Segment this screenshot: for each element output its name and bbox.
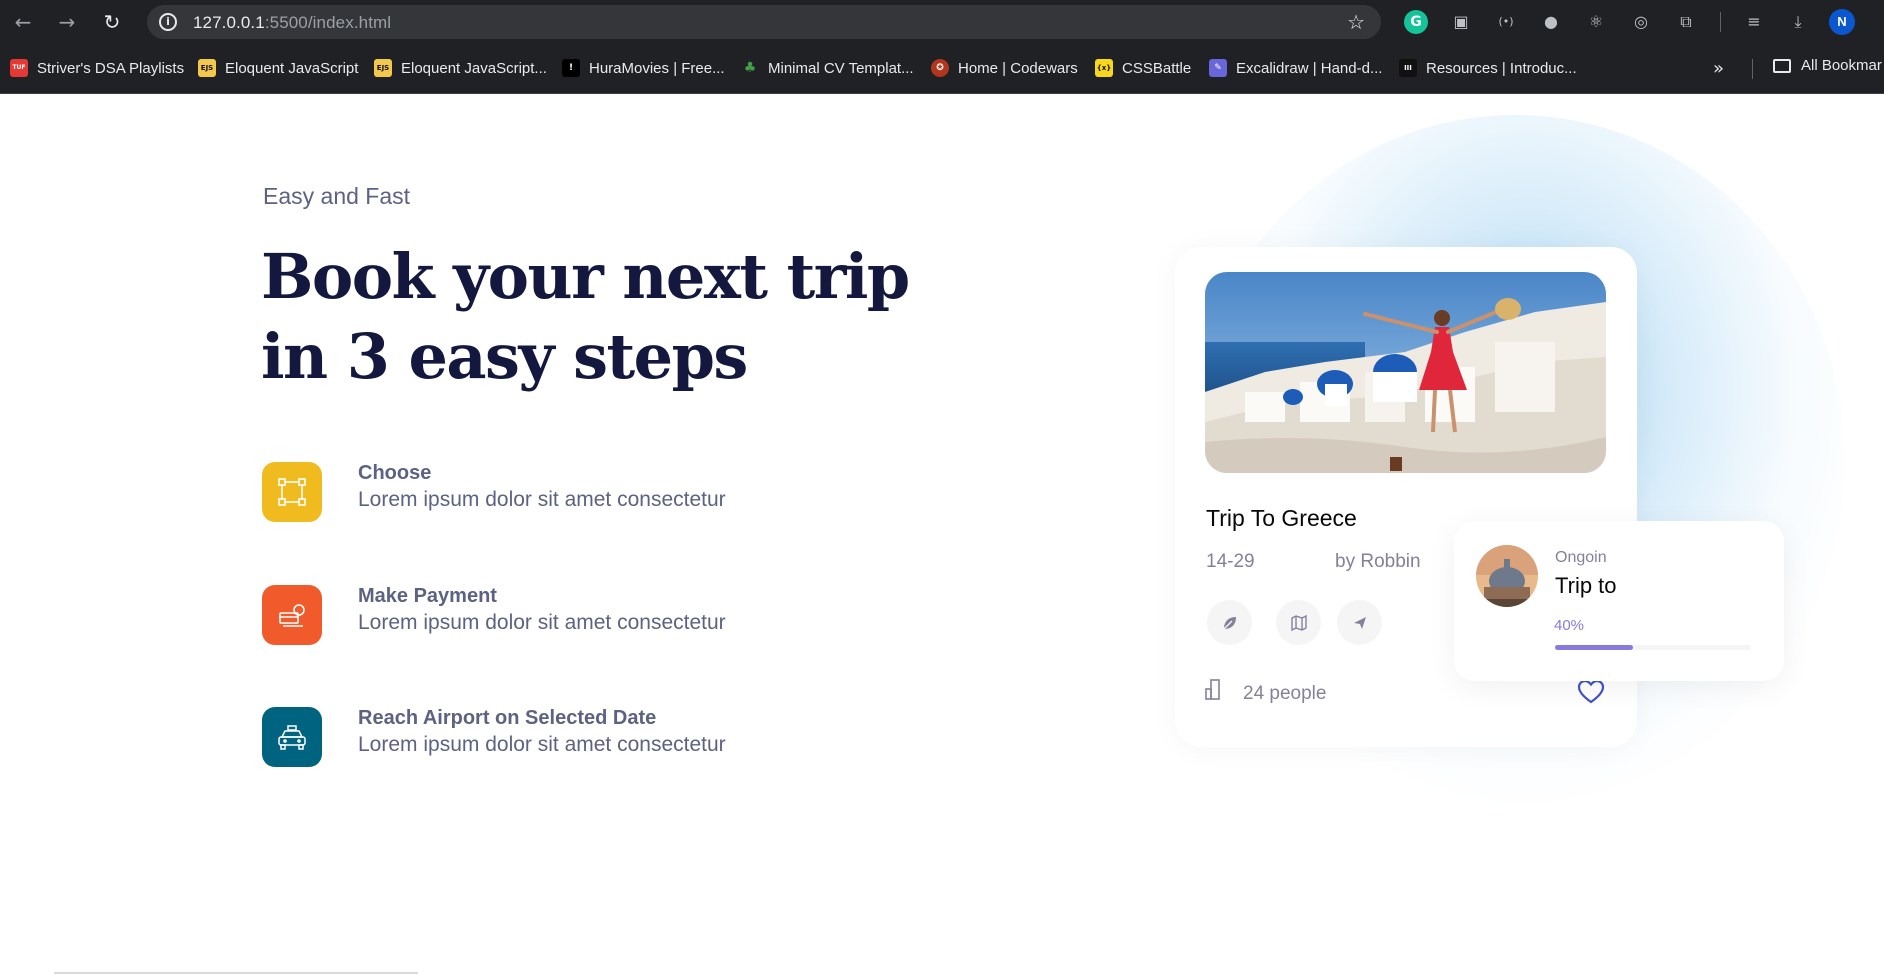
bookmark-label: Resources | Introduc... <box>1426 59 1577 77</box>
heart-icon[interactable] <box>1577 679 1605 710</box>
building-icon <box>1204 679 1224 706</box>
hura-favicon: ! <box>562 59 580 77</box>
step-title: Choose <box>358 462 432 484</box>
bookmark-label: Striver's DSA Playlists <box>37 59 185 77</box>
address-bar[interactable]: i 127.0.0.1:5500/index.html ☆ <box>147 5 1381 39</box>
hero-headline: Book your next trip in 3 easy steps <box>261 240 910 393</box>
bookmark-label: Excalidraw | Hand-d... <box>1236 59 1383 77</box>
ongoing-trip-thumbnail <box>1476 545 1538 607</box>
bookmark-label: Eloquent JavaScript <box>225 59 359 77</box>
selection-icon <box>262 462 322 522</box>
step-description: Lorem ipsum dolor sit amet consectetur <box>358 611 726 634</box>
bookmark-item[interactable]: EJS Eloquent JavaScript <box>198 57 358 79</box>
step-title: Reach Airport on Selected Date <box>358 707 657 729</box>
bookmark-item[interactable]: III Resources | Introduc... <box>1399 57 1577 79</box>
bookmark-label: Home | Codewars <box>958 59 1078 77</box>
step-reach-airport: Reach Airport on Selected Date Lorem ips… <box>262 707 962 767</box>
ongoing-progress-text: 40% <box>1554 617 1585 634</box>
send-icon[interactable] <box>1337 600 1382 645</box>
leaf-favicon: ♣ <box>743 60 757 76</box>
trip-dates: 14-29 <box>1206 551 1255 572</box>
trip-author: by Robbin <box>1335 551 1421 572</box>
trip-title: Trip To Greece <box>1206 505 1357 531</box>
bookmark-item[interactable]: ♣ Minimal CV Templat... <box>741 57 914 79</box>
site-info-icon[interactable]: i <box>159 13 177 31</box>
code-extension-icon[interactable]: (•) <box>1494 10 1518 34</box>
payment-icon <box>262 585 322 645</box>
resources-favicon: III <box>1399 59 1417 77</box>
bookmark-item[interactable]: {x} CSSBattle <box>1095 57 1191 79</box>
reload-button[interactable]: ↻ <box>100 10 124 34</box>
step-description: Lorem ipsum dolor sit amet consectetur <box>358 733 726 756</box>
step-choose: Choose Lorem ipsum dolor sit amet consec… <box>262 462 962 522</box>
trip-photo <box>1205 272 1606 473</box>
more-bookmarks-chevron-icon[interactable]: » <box>1713 58 1724 79</box>
bookmarks-divider <box>1752 59 1753 79</box>
leaf-icon[interactable] <box>1207 600 1252 645</box>
bookmark-label: HuraMovies | Free... <box>589 59 725 77</box>
bookmark-star-icon[interactable]: ☆ <box>1347 10 1365 34</box>
target-extension-icon[interactable]: ◎ <box>1629 10 1653 34</box>
map-icon[interactable] <box>1276 600 1321 645</box>
codewars-favicon: ✪ <box>931 59 949 77</box>
url-path: :5500/index.html <box>264 13 392 32</box>
bookmark-item[interactable]: ✪ Home | Codewars <box>931 57 1078 79</box>
forward-button[interactable]: → <box>55 10 79 34</box>
folder-icon <box>1773 58 1791 73</box>
hero-subtitle: Easy and Fast <box>263 183 411 209</box>
bookmark-item[interactable]: EJS Eloquent JavaScript... <box>374 57 547 79</box>
download-icon[interactable]: ⤓ <box>1786 10 1810 34</box>
page-content: Easy and Fast Book your next trip in 3 e… <box>0 95 1884 974</box>
grammarly-extension-icon[interactable]: G <box>1404 10 1428 34</box>
mic-extension-icon[interactable]: ● <box>1539 10 1563 34</box>
ejs-favicon: EJS <box>374 59 392 77</box>
trip-people-count: 24 people <box>1243 683 1327 704</box>
all-bookmarks-label: All Bookmar <box>1801 57 1882 74</box>
ongoing-progress-fill <box>1555 645 1634 650</box>
bookmark-label: Eloquent JavaScript... <box>401 59 547 77</box>
back-button[interactable]: ← <box>11 10 35 34</box>
step-title: Make Payment <box>358 585 497 607</box>
ongoing-progress-bar <box>1555 645 1751 650</box>
bookmark-item[interactable]: ✎ Excalidraw | Hand-d... <box>1209 57 1382 79</box>
url-host: 127.0.0.1 <box>193 13 265 32</box>
media-queue-icon[interactable]: ≡ <box>1742 10 1766 34</box>
browser-toolbar: ← → ↻ i 127.0.0.1:5500/index.html ☆ G ▣ … <box>0 0 1884 44</box>
taxi-icon <box>262 707 322 767</box>
cssbattle-favicon: {x} <box>1095 59 1113 77</box>
ongoing-label: Ongoin <box>1555 549 1607 566</box>
step-description: Lorem ipsum dolor sit amet consectetur <box>358 488 726 511</box>
ongoing-trip-name: Trip to <box>1555 573 1617 598</box>
ejs-favicon: EJS <box>198 59 216 77</box>
ongoing-trip-card[interactable]: Ongoin Trip to 40% <box>1454 521 1784 681</box>
bookmark-item[interactable]: TUF Striver's DSA Playlists <box>10 57 184 79</box>
all-bookmarks-folder[interactable]: All Bookmar <box>1773 57 1882 74</box>
step-make-payment: Make Payment Lorem ipsum dolor sit amet … <box>262 585 962 645</box>
toolbar-divider <box>1720 12 1721 32</box>
url-text[interactable]: 127.0.0.1:5500/index.html <box>193 13 391 33</box>
bookmark-label: Minimal CV Templat... <box>768 59 914 77</box>
excalidraw-favicon: ✎ <box>1209 59 1227 77</box>
bookmarks-bar: TUF Striver's DSA Playlists EJS Eloquent J… <box>0 44 1884 94</box>
tuf-favicon: TUF <box>10 59 28 77</box>
profile-avatar[interactable]: N <box>1829 9 1855 35</box>
react-devtools-icon[interactable]: ⚛ <box>1584 10 1608 34</box>
bookmark-item[interactable]: ! HuraMovies | Free... <box>562 57 725 79</box>
translate-extension-icon[interactable]: ▣ <box>1449 10 1473 34</box>
bookmark-label: CSSBattle <box>1122 59 1192 77</box>
extensions-puzzle-icon[interactable]: ⧉ <box>1674 10 1698 34</box>
